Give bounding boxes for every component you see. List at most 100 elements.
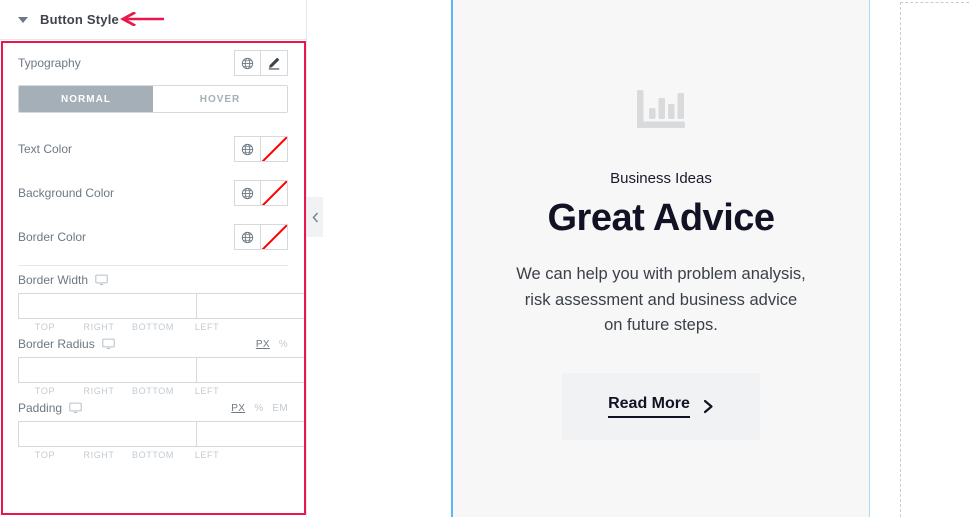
read-more-button[interactable]: Read More: [562, 372, 760, 440]
background-color-controls: [234, 180, 288, 206]
border-color-row: Border Color: [18, 215, 288, 259]
pencil-icon-button[interactable]: [261, 50, 288, 76]
page-title: Button Style: [40, 12, 119, 27]
border-radius-sublabels: TOP RIGHT BOTTOM LEFT: [18, 386, 288, 396]
sublabel-right: RIGHT: [83, 450, 115, 460]
bar-chart-icon: [637, 90, 685, 128]
border-width-head: Border Width: [18, 274, 288, 286]
border-color-controls: [234, 224, 288, 250]
border-width-right-input[interactable]: [196, 293, 306, 319]
border-width-control: Border Width TOP RIGHT BOTTOM LEFT: [18, 268, 306, 332]
sublabel-left: LEFT: [194, 386, 220, 396]
padding-sublabels: TOP RIGHT BOTTOM LEFT: [18, 450, 288, 460]
border-width-inputs: [18, 293, 306, 319]
border-radius-label-text: Border Radius: [18, 337, 95, 351]
border-radius-head: Border Radius PX %: [18, 338, 288, 350]
border-width-sublabels: TOP RIGHT BOTTOM LEFT: [18, 322, 288, 332]
border-radius-right-input[interactable]: [196, 357, 306, 383]
chevron-left-icon: [311, 212, 318, 222]
sublabel-bottom: BOTTOM: [132, 386, 174, 396]
pencil-icon: [268, 57, 280, 70]
tab-normal[interactable]: NORMAL: [19, 86, 153, 112]
desktop-icon[interactable]: [95, 274, 108, 286]
globe-icon-button[interactable]: [234, 224, 261, 250]
tab-hover[interactable]: HOVER: [153, 86, 287, 112]
background-color-row: Background Color: [18, 171, 288, 215]
padding-top-input[interactable]: [18, 421, 196, 447]
globe-icon: [241, 143, 254, 155]
sublabel-right: RIGHT: [83, 386, 115, 396]
button-style-panel: Button Style Typography NORMAL HOVER Tex…: [0, 0, 307, 517]
unit-percent[interactable]: %: [279, 339, 288, 350]
typography-label: Typography: [18, 57, 81, 69]
padding-units: PX % EM: [231, 403, 288, 414]
section-divider: [18, 265, 288, 266]
padding-label-text: Padding: [18, 401, 63, 415]
sublabel-top: TOP: [34, 386, 56, 396]
unit-percent[interactable]: %: [254, 403, 263, 414]
no-color-swatch[interactable]: [261, 224, 288, 250]
globe-icon-button[interactable]: [234, 50, 261, 76]
desktop-icon[interactable]: [69, 402, 82, 414]
panel-collapse-handle[interactable]: [307, 197, 323, 237]
body-line-1: We can help you with problem analysis,: [516, 265, 806, 283]
padding-inputs: [18, 421, 306, 447]
text-color-label-text: Text Color: [18, 142, 73, 156]
sublabel-spacer: [234, 322, 288, 332]
sublabel-bottom: BOTTOM: [132, 322, 174, 332]
border-radius-units: PX %: [256, 339, 288, 350]
globe-icon-button[interactable]: [234, 136, 261, 162]
preview-content: Business Ideas Great Advice We can help …: [453, 0, 869, 440]
body-line-2: risk assessment and business advice: [524, 290, 798, 309]
desktop-icon[interactable]: [102, 338, 115, 350]
border-radius-inputs: [18, 357, 306, 383]
sublabel-top: TOP: [34, 450, 56, 460]
typography-label-text: Typography: [18, 56, 81, 70]
no-color-swatch[interactable]: [261, 180, 288, 206]
background-color-label-text: Background Color: [18, 186, 115, 200]
dashed-placeholder-region: [900, 2, 969, 517]
padding-head: Padding PX % EM: [18, 402, 288, 414]
sublabel-left: LEFT: [194, 322, 220, 332]
border-radius-top-input[interactable]: [18, 357, 196, 383]
left-arrow-annotation-icon: [120, 12, 164, 26]
border-color-label: Border Color: [18, 231, 86, 243]
no-color-swatch[interactable]: [261, 136, 288, 162]
border-radius-label: Border Radius: [18, 338, 115, 350]
body-line-3: on future steps.: [604, 316, 718, 335]
typography-row: Typography: [18, 41, 288, 85]
text-color-label: Text Color: [18, 143, 72, 155]
padding-right-input[interactable]: [196, 421, 306, 447]
unit-px[interactable]: PX: [231, 403, 245, 414]
preview-column: Business Ideas Great Advice We can help …: [451, 0, 870, 517]
padding-control: Padding PX % EM TOP RIGHT BOTTOM LEFT: [18, 396, 306, 460]
border-width-label: Border Width: [18, 274, 108, 286]
border-width-label-text: Border Width: [18, 273, 89, 287]
text-color-controls: [234, 136, 288, 162]
globe-icon: [241, 57, 254, 69]
background-color-label: Background Color: [18, 187, 114, 199]
sublabel-left: LEFT: [194, 450, 220, 460]
chevron-down-icon[interactable]: [18, 16, 28, 23]
border-radius-control: Border Radius PX % TOP RIGHT BOTTOM LEFT: [18, 332, 306, 396]
panel-header[interactable]: Button Style: [0, 0, 306, 40]
chevron-right-icon: [703, 399, 713, 413]
padding-label: Padding: [18, 402, 82, 414]
typography-controls: [234, 50, 288, 76]
unit-em[interactable]: EM: [272, 403, 288, 414]
editor-screen: Button Style Typography NORMAL HOVER Tex…: [0, 0, 969, 517]
read-more-label: Read More: [608, 395, 690, 418]
headline-text: Great Advice: [547, 197, 775, 239]
sublabel-spacer: [234, 450, 288, 460]
preview-canvas: Business Ideas Great Advice We can help …: [308, 0, 969, 517]
body-text: We can help you with problem analysis, r…: [516, 262, 806, 339]
globe-icon-button[interactable]: [234, 180, 261, 206]
border-color-label-text: Border Color: [18, 230, 87, 244]
border-width-top-input[interactable]: [18, 293, 196, 319]
globe-icon: [241, 187, 254, 199]
eyebrow-text: Business Ideas: [610, 170, 712, 187]
sublabel-bottom: BOTTOM: [132, 450, 174, 460]
globe-icon: [241, 231, 254, 243]
unit-px[interactable]: PX: [256, 339, 270, 350]
panel-body: Typography NORMAL HOVER Text Color Backg…: [0, 41, 306, 517]
